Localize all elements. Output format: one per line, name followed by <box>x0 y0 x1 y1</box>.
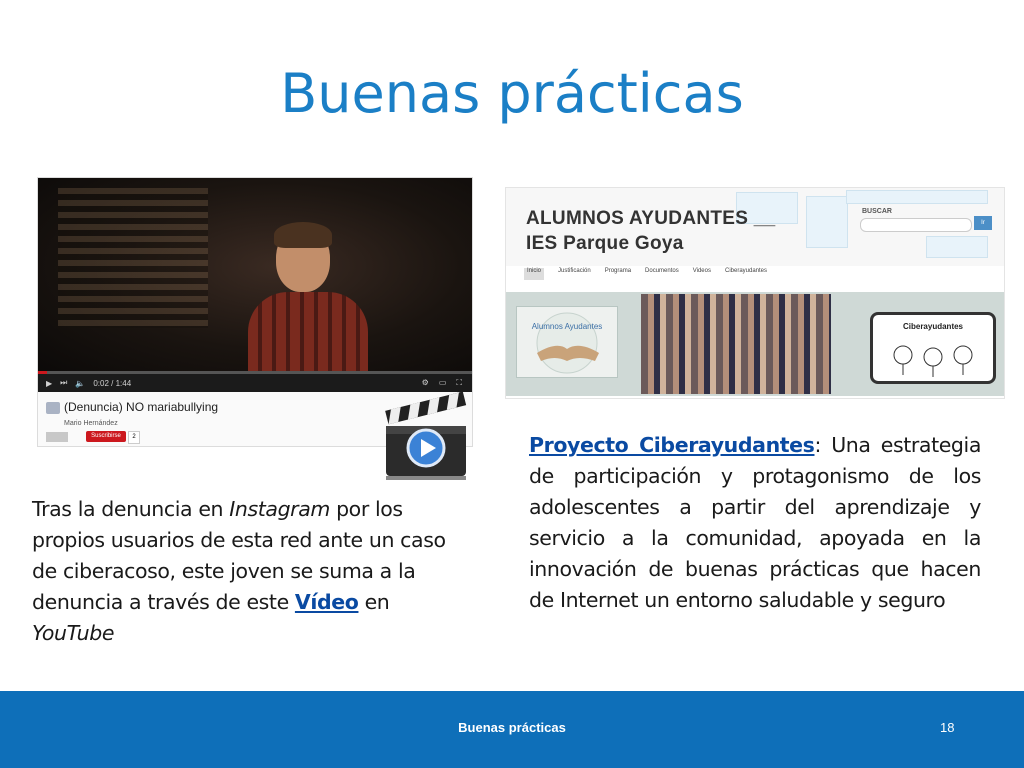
subscribe-button[interactable]: Suscribirse <box>86 431 126 442</box>
students-group-photo <box>641 294 831 394</box>
video-time: 0:02 / 1:44 <box>93 378 132 388</box>
fullscreen-icon[interactable]: ⛶ <box>456 378 462 388</box>
site-header: ALUMNOS AYUDANTES __ IES Parque Goya BUS… <box>506 188 1004 266</box>
slide-title: Buenas prácticas <box>280 62 744 125</box>
video-frame[interactable] <box>38 178 472 374</box>
site-nav: Inicio Justificación Programa Documentos… <box>524 268 767 280</box>
instagram-text: Instagram <box>229 497 330 521</box>
video-author[interactable]: Mario Hernández <box>64 420 118 427</box>
site-title-line2: IES Parque Goya <box>526 233 684 254</box>
search-button[interactable]: Ir <box>974 216 992 230</box>
ciberayudantes-phone-image: Ciberayudantes <box>870 312 996 384</box>
video-title[interactable]: (Denuncia) NO mariabullying <box>64 400 218 414</box>
proyecto-ciberayudantes-link[interactable]: Proyecto Ciberayudantes <box>529 433 815 457</box>
nav-item-justificacion[interactable]: Justificación <box>558 268 591 280</box>
site-title: ALUMNOS AYUDANTES __ IES Parque Goya <box>526 206 776 256</box>
clapperboard-play-icon[interactable] <box>384 392 470 482</box>
project-body-text: : Una estrategia de participación y prot… <box>529 433 982 612</box>
nav-item-ciberayudantes[interactable]: Ciberayudantes <box>725 268 767 280</box>
site-title-line1: ALUMNOS AYUDANTES __ <box>526 208 776 229</box>
footer-label: Buenas prácticas <box>458 720 566 735</box>
avatar[interactable] <box>46 432 68 442</box>
volume-icon[interactable]: 🔈 <box>75 379 85 388</box>
project-description-text: Proyecto Ciberayudantes: Una estrategia … <box>529 430 981 616</box>
phone-text: Ciberayudantes <box>903 322 964 331</box>
logo-text: Alumnos Ayudantes <box>532 322 603 331</box>
text-part: en <box>358 590 390 614</box>
website-screenshot[interactable]: ALUMNOS AYUDANTES __ IES Parque Goya BUS… <box>505 187 1005 399</box>
next-icon[interactable]: ⏭ <box>60 378 67 388</box>
youtube-text: YouTube <box>32 621 115 645</box>
page-number: 18 <box>940 720 955 735</box>
video-controls: ▶ ⏭ 🔈 0:02 / 1:44 ⚙ ▭ ⛶ <box>38 374 472 392</box>
subscriber-count-icon: 2 <box>128 431 140 444</box>
text-part: Tras la denuncia en <box>32 497 230 521</box>
site-banner: Alumnos Ayudantes Ciberayudantes <box>506 292 1004 396</box>
alumnos-ayudantes-logo: Alumnos Ayudantes <box>516 306 618 378</box>
theater-icon[interactable]: ▭ <box>439 378 447 388</box>
settings-icon[interactable]: ⚙ <box>422 378 429 388</box>
nav-item-documentos[interactable]: Documentos <box>645 268 679 280</box>
nav-item-videos[interactable]: Videos <box>693 268 711 280</box>
play-icon[interactable]: ▶ <box>46 379 52 388</box>
nav-item-programa[interactable]: Programa <box>605 268 631 280</box>
footer-bar: Buenas prácticas 18 <box>0 691 1024 768</box>
window-blinds <box>58 188 208 328</box>
search-label: BUSCAR <box>862 208 892 215</box>
search-input[interactable] <box>860 218 972 232</box>
nav-item-inicio[interactable]: Inicio <box>524 268 545 280</box>
video-description-text: Tras la denuncia en Instagram por los pr… <box>32 494 472 649</box>
channel-icon <box>46 402 60 414</box>
young-man-figure <box>248 222 368 374</box>
video-link[interactable]: Vídeo <box>295 590 359 614</box>
